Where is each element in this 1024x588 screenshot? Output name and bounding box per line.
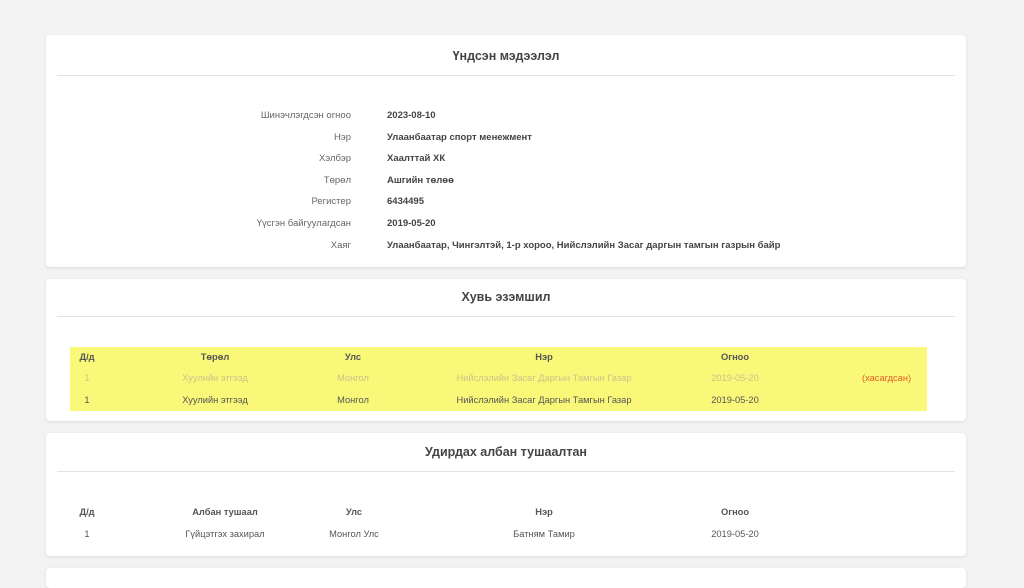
col-header-date: Огноо	[720, 352, 750, 362]
info-row-type: Төрөл Ашгийн төлөө	[46, 170, 966, 192]
info-value: Ашгийн төлөө	[387, 174, 454, 186]
info-row-register: Регистер 6434495	[46, 191, 966, 213]
col-header-country: Улс	[344, 352, 362, 362]
cell-country: Монгол	[337, 373, 369, 384]
cell-name: Нийслэлийн Засаг Даргын Тамгын Газар	[456, 394, 632, 405]
basic-info-card: Үндсэн мэдээлэл Шинэчлэгдсэн огноо 2023-…	[46, 35, 966, 267]
cell-no: 1	[84, 394, 90, 405]
info-value: 6434495	[387, 196, 424, 208]
cell-name: Батням Тамир	[513, 529, 575, 539]
officers-divider	[57, 471, 955, 472]
removed-badge: (хасагдсан)	[862, 373, 912, 384]
col-header-position: Албан тушаал	[192, 507, 258, 517]
ownership-table: Д/д Төрөл Улс Нэр Огноо 1 Хуулийн этгээд…	[70, 347, 927, 411]
ownership-card: Хувь эзэмшил Д/д Төрөл Улс Нэр Огноо 1 Х…	[46, 279, 966, 421]
basic-info-divider	[57, 75, 955, 76]
col-header-name: Нэр	[535, 352, 553, 362]
ownership-title: Хувь эзэмшил	[461, 290, 551, 304]
cell-type: Хуулийн этгээд	[182, 394, 248, 405]
officers-title: Удирдах албан тушаалтан	[425, 445, 587, 459]
info-label: Шинэчлэгдсэн огноо	[260, 110, 351, 121]
info-label: Үүсгэн байгуулагдсан	[256, 217, 351, 229]
officers-table: Д/д Албан тушаал Улс Нэр Огноо 1 Гүйцэтг…	[70, 501, 927, 545]
cell-type: Хуулийн этгээд	[182, 373, 248, 384]
col-header-no: Д/д	[79, 352, 95, 362]
cell-no: 1	[84, 529, 90, 539]
cell-date: 2019-05-20	[711, 529, 759, 539]
col-header-type: Төрөл	[200, 352, 230, 362]
cell-date: 2019-05-20	[711, 394, 759, 405]
basic-info-title: Үндсэн мэдээлэл	[452, 49, 560, 63]
cell-no: 1	[84, 373, 90, 384]
table-header-row: Д/д Төрөл Улс Нэр Огноо	[70, 347, 927, 368]
info-label: Төрөл	[323, 174, 351, 186]
cell-name: Нийслэлийн Засаг Даргын Тамгын Газар	[456, 373, 632, 384]
ownership-divider	[57, 316, 955, 317]
cell-date: 2019-05-20	[711, 373, 759, 384]
cell-country: Монгол Улс	[329, 529, 379, 539]
cell-country: Монгол	[337, 394, 369, 405]
info-label: Регистер	[311, 196, 351, 208]
info-value: 2019-05-20	[387, 217, 436, 229]
table-header-row: Д/д Албан тушаал Улс Нэр Огноо	[70, 501, 927, 523]
table-row: 1 Гүйцэтгэх захирал Монгол Улс Батням Та…	[70, 523, 927, 545]
col-header-country: Улс	[345, 507, 363, 517]
col-header-date: Огноо	[720, 507, 750, 517]
info-value: Улаанбаатар, Чингэлтэй, 1-р хороо, Нийсл…	[387, 239, 781, 251]
officers-card: Удирдах албан тушаалтан Д/д Албан тушаал…	[46, 433, 966, 556]
basic-info-list: Шинэчлэгдсэн огноо 2023-08-10 Нэр Улаанб…	[46, 105, 966, 256]
info-row-form: Хэлбэр Хаалттай ХК	[46, 148, 966, 170]
info-label: Нэр	[334, 131, 351, 143]
table-row: 1 Хуулийн этгээд Монгол Нийслэлийн Засаг…	[70, 390, 927, 411]
info-value: Хаалттай ХК	[387, 153, 446, 165]
info-value: Улаанбаатар спорт менежмент	[387, 131, 532, 143]
next-card	[46, 568, 966, 588]
info-label: Хэлбэр	[319, 153, 351, 165]
col-header-name: Нэр	[535, 507, 553, 517]
info-row-name: Нэр Улаанбаатар спорт менежмент	[46, 127, 966, 149]
info-value: 2023-08-10	[387, 110, 436, 121]
info-row-address: Хаяг Улаанбаатар, Чингэлтэй, 1-р хороо, …	[46, 235, 966, 257]
info-row-founded: Үүсгэн байгуулагдсан 2019-05-20	[46, 213, 966, 235]
table-row-removed: 1 Хуулийн этгээд Монгол Нийслэлийн Засаг…	[70, 368, 927, 389]
col-header-no: Д/д	[79, 507, 95, 517]
info-label: Хаяг	[330, 239, 351, 251]
cell-position: Гүйцэтгэх захирал	[185, 529, 265, 539]
info-row-updated-date: Шинэчлэгдсэн огноо 2023-08-10	[46, 105, 966, 127]
